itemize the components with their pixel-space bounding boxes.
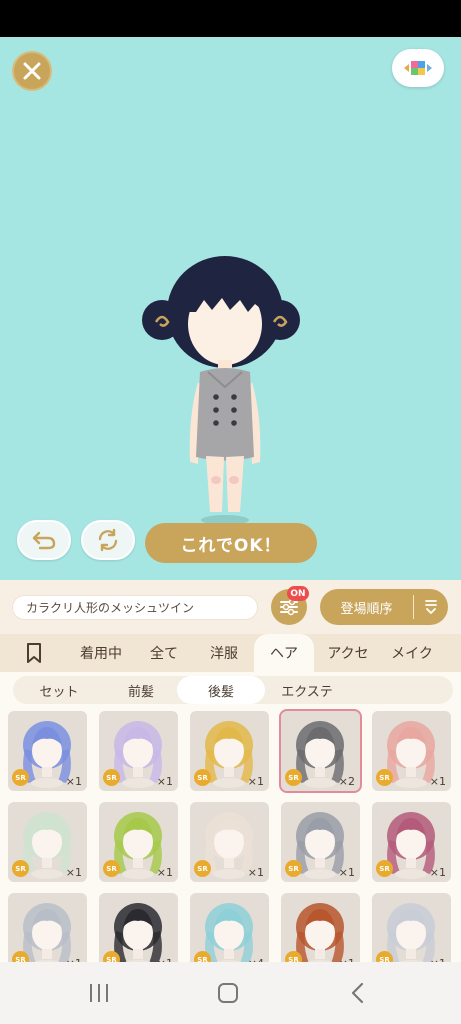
item-count: ×1	[338, 866, 355, 879]
home-icon[interactable]	[216, 982, 240, 1004]
tab-bookmark[interactable]	[0, 634, 68, 672]
item-count: ×1	[65, 866, 82, 879]
filter-on-badge: ON	[287, 586, 309, 601]
hair-item-card[interactable]: SR ×1	[99, 711, 178, 791]
close-button[interactable]	[12, 51, 52, 91]
rarity-badge: SR	[12, 951, 29, 962]
rarity-badge: SR	[285, 769, 302, 786]
hair-item-card[interactable]: SR ×1	[8, 711, 87, 791]
status-bar	[0, 0, 461, 37]
subtab-extensions[interactable]: エクステ	[265, 676, 349, 704]
category-tabs: 着用中 全て 洋服 ヘア アクセ メイク	[0, 634, 461, 672]
bookmark-icon	[27, 643, 41, 663]
rarity-badge: SR	[103, 860, 120, 877]
item-name-bar: カラクリ人形のメッシュツイン ON 登場順序	[0, 580, 461, 634]
rarity-badge: SR	[285, 860, 302, 877]
palette-icon	[404, 61, 432, 75]
sort-button[interactable]: 登場順序	[320, 589, 448, 625]
rarity-badge: SR	[376, 951, 393, 962]
rarity-badge: SR	[103, 769, 120, 786]
item-count: ×1	[65, 775, 82, 788]
undo-button[interactable]	[17, 520, 71, 560]
rarity-badge: SR	[103, 951, 120, 962]
hair-item-card[interactable]: SR ×1	[8, 802, 87, 882]
undo-icon	[32, 531, 56, 550]
tab-makeup[interactable]: メイク	[382, 634, 442, 672]
confirm-ok-button[interactable]: これでOK！	[145, 523, 317, 563]
hair-item-card[interactable]: SR ×1	[99, 802, 178, 882]
hair-item-card[interactable]: SR ×1	[372, 711, 451, 791]
tab-all[interactable]: 全て	[134, 634, 194, 672]
subtab-set[interactable]: セット	[13, 676, 105, 704]
hair-item-card[interactable]: SR ×1	[190, 802, 269, 882]
close-icon	[23, 62, 41, 80]
reset-button[interactable]	[81, 520, 135, 560]
subtab-back-hair[interactable]: 後髪	[177, 676, 265, 704]
item-count: ×1	[429, 866, 446, 879]
rarity-badge: SR	[12, 769, 29, 786]
hair-item-card[interactable]: SR×1	[99, 893, 178, 962]
sort-order-icon[interactable]	[414, 599, 448, 615]
rarity-badge: SR	[194, 860, 211, 877]
hair-item-card[interactable]: SR ×1	[281, 802, 360, 882]
refresh-icon	[98, 528, 118, 552]
rarity-badge: SR	[376, 769, 393, 786]
hair-item-card[interactable]: SR ×1	[372, 802, 451, 882]
item-count: ×1	[247, 866, 264, 879]
color-palette-button[interactable]	[392, 49, 444, 87]
tab-hair[interactable]: ヘア	[254, 634, 314, 672]
rarity-badge: SR	[194, 951, 211, 962]
tab-wearing[interactable]: 着用中	[68, 634, 134, 672]
tab-clothes[interactable]: 洋服	[194, 634, 254, 672]
item-name-label: カラクリ人形のメッシュツイン	[12, 595, 258, 620]
hair-subtabs: セット 前髪 後髪 エクステ	[0, 672, 461, 708]
item-count: ×1	[429, 775, 446, 788]
rarity-badge: SR	[376, 860, 393, 877]
item-count: ×1	[247, 775, 264, 788]
rarity-badge: SR	[285, 951, 302, 962]
hair-item-card[interactable]: SR×1	[372, 893, 451, 962]
avatar-stage: これでOK！	[0, 37, 461, 580]
hair-item-card[interactable]: SR×4	[190, 893, 269, 962]
rarity-badge: SR	[194, 769, 211, 786]
item-count: ×2	[338, 775, 355, 788]
android-nav-bar	[0, 962, 461, 1024]
recent-apps-icon[interactable]	[87, 982, 111, 1004]
subtab-row: セット 前髪 後髪 エクステ	[13, 676, 453, 704]
back-icon[interactable]	[348, 982, 368, 1004]
item-count: ×1	[156, 866, 173, 879]
rarity-badge: SR	[12, 860, 29, 877]
tab-accessories[interactable]: アクセ	[314, 634, 382, 672]
hair-item-card[interactable]: SR ×2	[279, 709, 362, 793]
avatar-figure[interactable]	[130, 242, 310, 532]
hair-item-card[interactable]: SR ×1	[190, 711, 269, 791]
sort-label: 登場順序	[340, 601, 393, 617]
item-grid: SR ×1 SR ×1 SR ×1 SR ×2 SR ×1 SR ×1 SR ×1 SR ×1 SR ×1 SR ×1…	[0, 708, 461, 962]
subtab-front-hair[interactable]: 前髪	[105, 676, 177, 704]
hair-item-card[interactable]: SR×1	[281, 893, 360, 962]
item-count: ×1	[156, 775, 173, 788]
hair-item-card[interactable]: SR×1	[8, 893, 87, 962]
